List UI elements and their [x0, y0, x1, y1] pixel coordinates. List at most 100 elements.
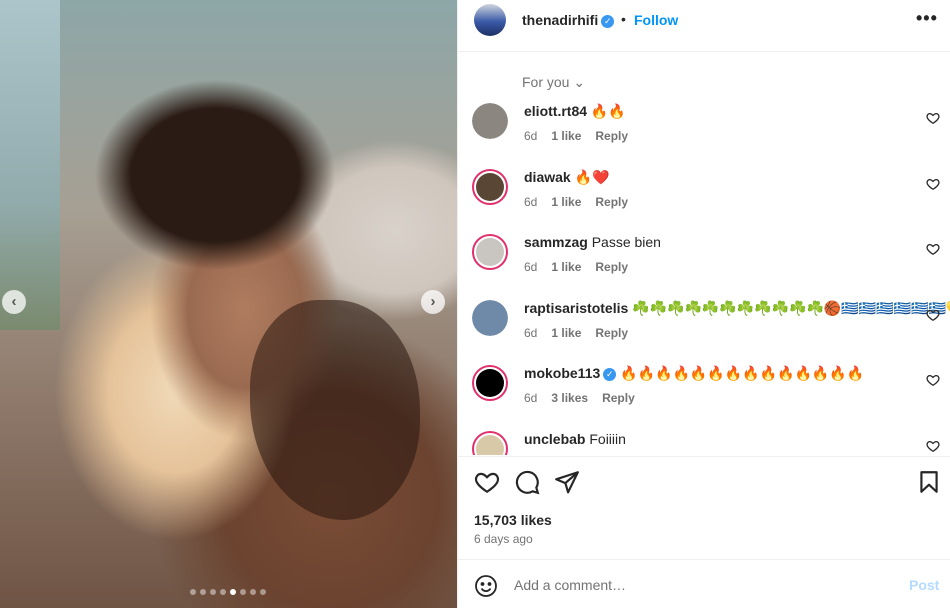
- smiley-icon[interactable]: [474, 574, 498, 598]
- reply-button[interactable]: Reply: [595, 326, 628, 340]
- reply-button[interactable]: Reply: [595, 129, 628, 143]
- comment-text: 🔥🔥🔥🔥🔥🔥🔥🔥🔥🔥🔥🔥🔥🔥: [620, 365, 865, 381]
- comment-like-heart-icon[interactable]: [926, 373, 940, 387]
- reply-button[interactable]: Reply: [602, 391, 635, 405]
- comment-username[interactable]: unclebab: [524, 431, 585, 447]
- post-timestamp[interactable]: 6 days ago: [474, 532, 533, 546]
- author-username[interactable]: thenadirhifi ✓: [522, 12, 615, 28]
- commenter-avatar[interactable]: [472, 431, 508, 455]
- commenter-avatar[interactable]: [472, 103, 508, 139]
- comment-age[interactable]: 6d: [524, 129, 537, 143]
- carousel-dot: [250, 589, 256, 595]
- carousel-dot: [260, 589, 266, 595]
- chevron-down-icon: ⌄: [573, 74, 586, 90]
- post-media[interactable]: ‹ ›: [0, 0, 457, 608]
- comment-text: Passe bien: [591, 234, 661, 250]
- avatar-image: [472, 300, 508, 336]
- post-side-panel: thenadirhifi ✓ • Follow ••• For you ⌄ eli…: [457, 0, 950, 608]
- comment-username[interactable]: raptisaristotelis: [524, 300, 628, 316]
- comment-like-count[interactable]: 1 like: [551, 195, 581, 209]
- send-icon[interactable]: [554, 469, 580, 495]
- comment-line: eliott.rt84 🔥🔥: [524, 103, 626, 120]
- media-background-window: [0, 0, 60, 330]
- post-actions: 15,703 likes 6 days ago: [458, 456, 950, 558]
- comment-item: eliott.rt84 🔥🔥 6d 1 like Reply: [458, 103, 950, 169]
- avatar-image: [476, 435, 504, 455]
- author-avatar[interactable]: [474, 4, 506, 36]
- next-slide-button[interactable]: ›: [421, 290, 445, 314]
- chevron-right-icon: ›: [430, 293, 436, 310]
- comment-like-count[interactable]: 1 like: [551, 129, 581, 143]
- carousel-dot: [240, 589, 246, 595]
- comment-age[interactable]: 6d: [524, 326, 537, 340]
- comment-like-heart-icon[interactable]: [926, 439, 940, 453]
- comment-like-count[interactable]: 1 like: [551, 260, 581, 274]
- comment-username[interactable]: diawak: [524, 169, 571, 185]
- comment-sort-label: For you: [522, 74, 570, 90]
- comment-like-count[interactable]: 1 like: [551, 326, 581, 340]
- more-options-icon[interactable]: •••: [916, 8, 938, 29]
- carousel-dot: [200, 589, 206, 595]
- header-separator: •: [621, 11, 626, 27]
- commenter-avatar[interactable]: [472, 169, 508, 205]
- comment-text: ☘️☘️☘️☘️☘️☘️☘️☘️☘️☘️☘️🏀🇬🇷🇬🇷🇬🇷🇬🇷🇬🇷🇬🇷💛⭐: [632, 300, 950, 316]
- carousel-indicator: [190, 589, 266, 595]
- commenter-avatar[interactable]: [472, 365, 508, 401]
- post-header: thenadirhifi ✓ • Follow •••: [458, 0, 950, 52]
- likes-count[interactable]: 15,703 likes: [474, 512, 552, 528]
- verified-badge-icon: ✓: [601, 14, 615, 28]
- comment-text: Foiiiin: [589, 431, 626, 447]
- commenter-avatar[interactable]: [472, 234, 508, 270]
- comment-meta: 6d 1 like Reply: [524, 129, 642, 143]
- comment-line: mokobe113 ✓ 🔥🔥🔥🔥🔥🔥🔥🔥🔥🔥🔥🔥🔥🔥: [524, 365, 864, 382]
- comment-meta: 6d 1 like Reply: [524, 195, 642, 209]
- commenter-avatar[interactable]: [472, 300, 508, 336]
- carousel-dot: [190, 589, 196, 595]
- comment-username[interactable]: eliott.rt84: [524, 103, 587, 119]
- comment-item: diawak 🔥❤️ 6d 1 like Reply: [458, 169, 950, 235]
- comment-item: mokobe113 ✓ 🔥🔥🔥🔥🔥🔥🔥🔥🔥🔥🔥🔥🔥🔥 6d 3 likes Reply: [458, 365, 950, 431]
- comment-age[interactable]: 6d: [524, 391, 537, 405]
- comment-meta: 6d 1 like Reply: [524, 260, 642, 274]
- post-comment-button[interactable]: Post: [909, 577, 939, 593]
- comment-input[interactable]: [514, 574, 894, 596]
- comment-sort-dropdown[interactable]: For you ⌄: [522, 74, 585, 91]
- comment-age[interactable]: 6d: [524, 260, 537, 274]
- avatar-image: [476, 369, 504, 397]
- avatar-image: [476, 238, 504, 266]
- comment-meta: 6d 3 likes Reply: [524, 391, 649, 405]
- comment-item: raptisaristotelis ☘️☘️☘️☘️☘️☘️☘️☘️☘️☘️☘️…: [458, 300, 950, 366]
- carousel-dot: [210, 589, 216, 595]
- comment-item: sammzag Passe bien 6d 1 like Reply: [458, 234, 950, 300]
- comment-line: unclebab Foiiiin: [524, 431, 626, 447]
- comment-username[interactable]: sammzag: [524, 234, 588, 250]
- comment-like-heart-icon[interactable]: [926, 111, 940, 125]
- comment-text: 🔥🔥: [590, 103, 626, 119]
- comment-line: diawak 🔥❤️: [524, 169, 609, 186]
- heart-icon[interactable]: [474, 469, 500, 495]
- author-username-text: thenadirhifi: [522, 12, 599, 28]
- comment-meta: 6d 1 like Reply: [524, 326, 642, 340]
- verified-badge-icon: ✓: [603, 367, 617, 381]
- bookmark-icon[interactable]: [916, 469, 942, 495]
- comment-like-heart-icon[interactable]: [926, 308, 940, 322]
- previous-slide-button[interactable]: ‹: [2, 290, 26, 314]
- comments-list[interactable]: For you ⌄ eliott.rt84 🔥🔥 6d 1 like Reply dia…: [458, 53, 950, 455]
- comment-icon[interactable]: [514, 469, 540, 495]
- follow-button[interactable]: Follow: [634, 12, 678, 28]
- avatar-image: [476, 173, 504, 201]
- comment-age[interactable]: 6d: [524, 195, 537, 209]
- comment-like-count[interactable]: 3 likes: [551, 391, 588, 405]
- comment-line: sammzag Passe bien: [524, 234, 661, 250]
- comment-like-heart-icon[interactable]: [926, 177, 940, 191]
- reply-button[interactable]: Reply: [595, 195, 628, 209]
- reply-button[interactable]: Reply: [595, 260, 628, 274]
- comment-item: unclebab Foiiiin: [458, 431, 950, 455]
- comment-text: 🔥❤️: [574, 169, 610, 185]
- comment-like-heart-icon[interactable]: [926, 242, 940, 256]
- comment-username[interactable]: mokobe113: [524, 365, 600, 381]
- avatar-image: [472, 103, 508, 139]
- chevron-left-icon: ‹: [11, 293, 17, 310]
- comment-line: raptisaristotelis ☘️☘️☘️☘️☘️☘️☘️☘️☘️☘️☘️…: [524, 300, 950, 317]
- carousel-dot: [230, 589, 236, 595]
